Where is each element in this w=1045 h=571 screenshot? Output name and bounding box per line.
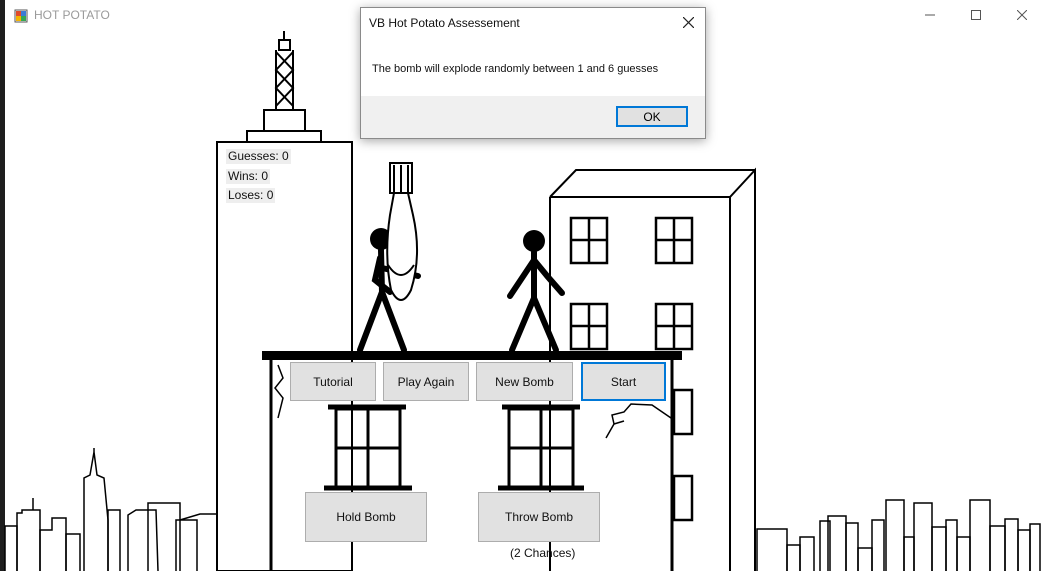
throw-bomb-button[interactable]: Throw Bomb — [478, 492, 600, 542]
message-dialog: VB Hot Potato Assessement The bomb will … — [360, 7, 706, 139]
ok-button[interactable]: OK — [616, 106, 688, 127]
stick-figure-right — [507, 249, 565, 353]
right-skyline — [756, 499, 1041, 571]
hold-bomb-button[interactable]: Hold Bomb — [305, 492, 427, 542]
main-window: HOT POTATO Guesses: 0 Wins: 0 Loses: 0 T… — [0, 0, 1045, 571]
left-skyline — [4, 448, 216, 571]
roof-slab — [262, 351, 682, 360]
dialog-title: VB Hot Potato Assessement — [369, 16, 520, 30]
guesses-label: Guesses: 0 — [226, 149, 291, 164]
play-again-button[interactable]: Play Again — [383, 362, 469, 401]
loses-label: Loses: 0 — [226, 188, 276, 203]
chances-label: (2 Chances) — [510, 546, 576, 560]
bomb-drawing — [386, 162, 419, 301]
dialog-footer: OK — [361, 96, 705, 138]
tutorial-button[interactable]: Tutorial — [290, 362, 376, 401]
start-button[interactable]: Start — [581, 362, 666, 401]
new-bomb-button[interactable]: New Bomb — [476, 362, 573, 401]
dialog-close-button[interactable] — [679, 13, 697, 31]
close-icon — [682, 16, 694, 28]
wins-label: Wins: 0 — [226, 169, 271, 184]
dialog-message: The bomb will explode randomly between 1… — [372, 63, 659, 75]
